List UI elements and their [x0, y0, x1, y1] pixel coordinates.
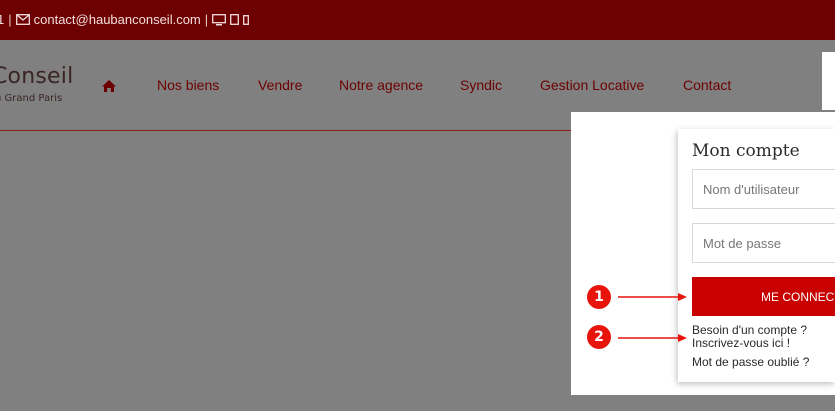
nav-item-syndic[interactable]: Syndic — [460, 77, 502, 93]
username-input[interactable] — [692, 169, 835, 209]
annotation-marker-1: 1 — [587, 285, 611, 309]
annotation-arrow-2 — [618, 334, 687, 342]
top-contact-bar: 1 | contact@haubanconseil.com | — [0, 0, 835, 40]
login-button[interactable]: ME CONNECT — [692, 277, 835, 316]
nav-item-contact[interactable]: Contact — [683, 77, 731, 93]
tablet-icon[interactable] — [230, 14, 240, 25]
login-title: Mon compte — [692, 141, 800, 161]
nav-item-vendre[interactable]: Vendre — [258, 77, 302, 93]
password-input[interactable] — [692, 223, 835, 263]
desktop-icon[interactable] — [212, 13, 227, 26]
mobile-icon[interactable] — [243, 14, 250, 25]
home-icon[interactable] — [101, 79, 117, 93]
account-tab[interactable] — [822, 52, 835, 110]
annotation-marker-2: 2 — [587, 325, 611, 349]
annotation-arrow-1 — [618, 293, 687, 301]
email-link[interactable]: contact@haubanconseil.com — [34, 12, 201, 27]
nav-item-nos-biens[interactable]: Nos biens — [157, 77, 219, 93]
separator: | — [8, 12, 12, 27]
phone-number-tail[interactable]: 1 — [0, 12, 4, 27]
logo-tagline: u Grand Paris — [0, 93, 63, 104]
logo[interactable]: Conseil — [0, 64, 73, 89]
nav-item-gestion-locative[interactable]: Gestion Locative — [540, 77, 644, 93]
forgot-password-link[interactable]: Mot de passe oublié ? — [692, 356, 809, 369]
nav-item-notre-agence[interactable]: Notre agence — [339, 77, 423, 93]
contact-row: 1 | contact@haubanconseil.com | — [0, 12, 250, 27]
separator: | — [204, 12, 209, 27]
envelope-icon — [15, 14, 30, 25]
register-link-line2[interactable]: Inscrivez-vous ici ! — [692, 337, 790, 350]
